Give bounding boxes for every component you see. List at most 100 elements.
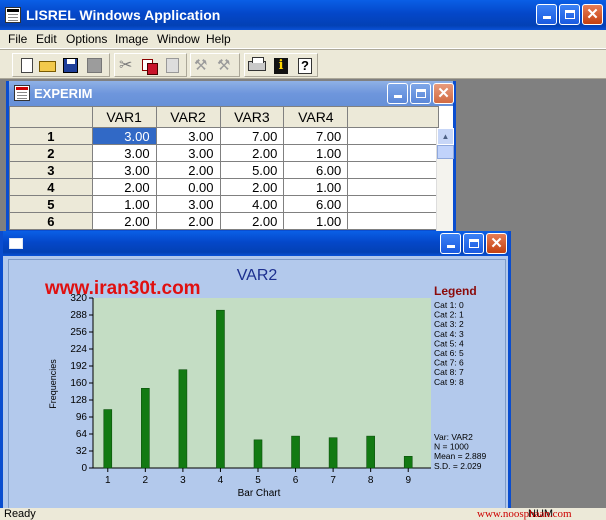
grid-cell-empty[interactable] <box>347 144 439 162</box>
minimize-icon <box>446 245 455 248</box>
info-button[interactable]: i <box>271 57 291 75</box>
x-tick-label: 6 <box>293 475 299 486</box>
experim-title-bar[interactable]: EXPERIM ✕ <box>9 81 454 106</box>
copy-button[interactable] <box>140 57 160 75</box>
help-icon: ? <box>298 58 312 74</box>
experim-minimize-button[interactable] <box>387 83 408 104</box>
grid-cell[interactable]: 2.00 <box>155 212 221 230</box>
menu-window[interactable]: Window <box>157 32 200 46</box>
grid-cell[interactable]: 7.00 <box>283 127 349 145</box>
x-tick-label: 3 <box>180 475 186 486</box>
legend-item: Cat 8: 7 <box>434 367 464 377</box>
row-header[interactable]: 1 <box>9 127 93 145</box>
grid-cell[interactable]: 3.00 <box>155 195 221 213</box>
grid-cell[interactable]: 2.00 <box>91 212 157 230</box>
scroll-up-icon[interactable]: ▲ <box>437 128 454 145</box>
run-alt-button[interactable]: ⚒ <box>216 57 236 75</box>
print-button[interactable] <box>247 57 267 75</box>
menu-options[interactable]: Options <box>66 32 107 46</box>
help-button[interactable]: ? <box>295 57 315 75</box>
disabled-button[interactable] <box>85 57 105 75</box>
chart-title-bar[interactable]: ✕ <box>3 231 508 256</box>
grid-cell[interactable]: 2.00 <box>219 212 285 230</box>
grid-cell-empty[interactable] <box>347 178 439 196</box>
grid-cell[interactable]: 2.00 <box>219 144 285 162</box>
new-button[interactable] <box>16 57 36 75</box>
stat-item: S.D. = 2.029 <box>434 461 482 471</box>
column-header[interactable]: VAR2 <box>155 106 221 128</box>
stat-item: N = 1000 <box>434 442 469 452</box>
menu-file[interactable]: File <box>8 32 27 46</box>
grid-cell[interactable]: 2.00 <box>155 161 221 179</box>
legend-item: Cat 2: 1 <box>434 310 464 320</box>
y-tick-label: 96 <box>76 412 88 423</box>
grid-corner[interactable] <box>9 106 93 128</box>
minimize-icon <box>393 95 402 98</box>
experim-vertical-scrollbar[interactable]: ▲ <box>436 128 454 231</box>
minimize-button[interactable] <box>536 4 557 25</box>
experim-window: EXPERIM ✕ VAR1 VAR2 VAR3 VAR4 1 3.00 3.00… <box>6 81 456 231</box>
chart-minimize-button[interactable] <box>440 233 461 254</box>
run-button[interactable]: ⚒ <box>193 57 213 75</box>
column-header[interactable]: VAR4 <box>283 106 349 128</box>
grid-cell[interactable]: 1.00 <box>283 178 349 196</box>
grid-cell[interactable]: 6.00 <box>283 195 349 213</box>
y-tick-label: 32 <box>76 446 88 457</box>
chart-maximize-button[interactable] <box>463 233 484 254</box>
grid-cell[interactable]: 3.00 <box>155 144 221 162</box>
chart-window-icon <box>9 238 23 249</box>
grid-cell[interactable]: 1.00 <box>91 195 157 213</box>
maximize-button[interactable] <box>559 4 580 25</box>
grid-cell[interactable]: 1.00 <box>283 212 349 230</box>
experim-close-button[interactable]: ✕ <box>433 83 454 104</box>
column-header-empty[interactable] <box>347 106 439 128</box>
grid-cell-empty[interactable] <box>347 127 439 145</box>
x-tick-label: 7 <box>330 475 336 486</box>
grid-cell[interactable]: 2.00 <box>91 178 157 196</box>
grid-cell[interactable]: 3.00 <box>91 161 157 179</box>
scroll-thumb[interactable] <box>437 145 454 159</box>
grid-cell[interactable]: 3.00 <box>91 144 157 162</box>
grid-cell[interactable]: 2.00 <box>219 178 285 196</box>
open-button[interactable] <box>38 57 58 75</box>
grid-cell[interactable]: 3.00 <box>91 127 157 145</box>
status-watermark: www.noosphaan.com <box>477 508 572 520</box>
row-header[interactable]: 6 <box>9 212 93 230</box>
bar <box>216 309 225 469</box>
lisrel-app: LISREL Windows Application ✕ File Edit O… <box>0 0 606 520</box>
grid-cell[interactable]: 0.00 <box>155 178 221 196</box>
grid-cell[interactable]: 1.00 <box>283 144 349 162</box>
grid-cell-empty[interactable] <box>347 161 439 179</box>
column-header[interactable]: VAR1 <box>91 106 157 128</box>
grid-cell[interactable]: 4.00 <box>219 195 285 213</box>
x-tick-label: 4 <box>218 475 224 486</box>
close-button[interactable]: ✕ <box>582 4 603 25</box>
grid-cell-empty[interactable] <box>347 195 439 213</box>
grid-cell[interactable]: 3.00 <box>155 127 221 145</box>
grid-cell[interactable]: 7.00 <box>219 127 285 145</box>
grid-cell-empty[interactable] <box>347 212 439 230</box>
x-tick-label: 2 <box>143 475 149 486</box>
app-icon[interactable] <box>5 7 21 23</box>
menu-bar: File Edit Options Image Window Help <box>0 30 606 49</box>
menu-help[interactable]: Help <box>206 32 231 46</box>
table-row: 4 2.00 0.00 2.00 1.00 <box>9 178 439 196</box>
grid-cell[interactable]: 5.00 <box>219 161 285 179</box>
row-header[interactable]: 3 <box>9 161 93 179</box>
grid-cell[interactable]: 6.00 <box>283 161 349 179</box>
experim-maximize-button[interactable] <box>410 83 431 104</box>
app-title-bar[interactable]: LISREL Windows Application ✕ <box>0 0 606 30</box>
paste-button[interactable] <box>163 57 183 75</box>
bar <box>253 439 263 469</box>
column-header[interactable]: VAR3 <box>219 106 285 128</box>
menu-edit[interactable]: Edit <box>36 32 57 46</box>
save-button[interactable] <box>61 57 81 75</box>
row-header[interactable]: 4 <box>9 178 93 196</box>
row-header[interactable]: 5 <box>9 195 93 213</box>
cut-button[interactable]: ✂ <box>117 57 137 75</box>
open-icon <box>39 61 56 72</box>
chart-close-button[interactable]: ✕ <box>486 233 507 254</box>
menu-image[interactable]: Image <box>115 32 148 46</box>
bar <box>328 437 338 469</box>
row-header[interactable]: 2 <box>9 144 93 162</box>
